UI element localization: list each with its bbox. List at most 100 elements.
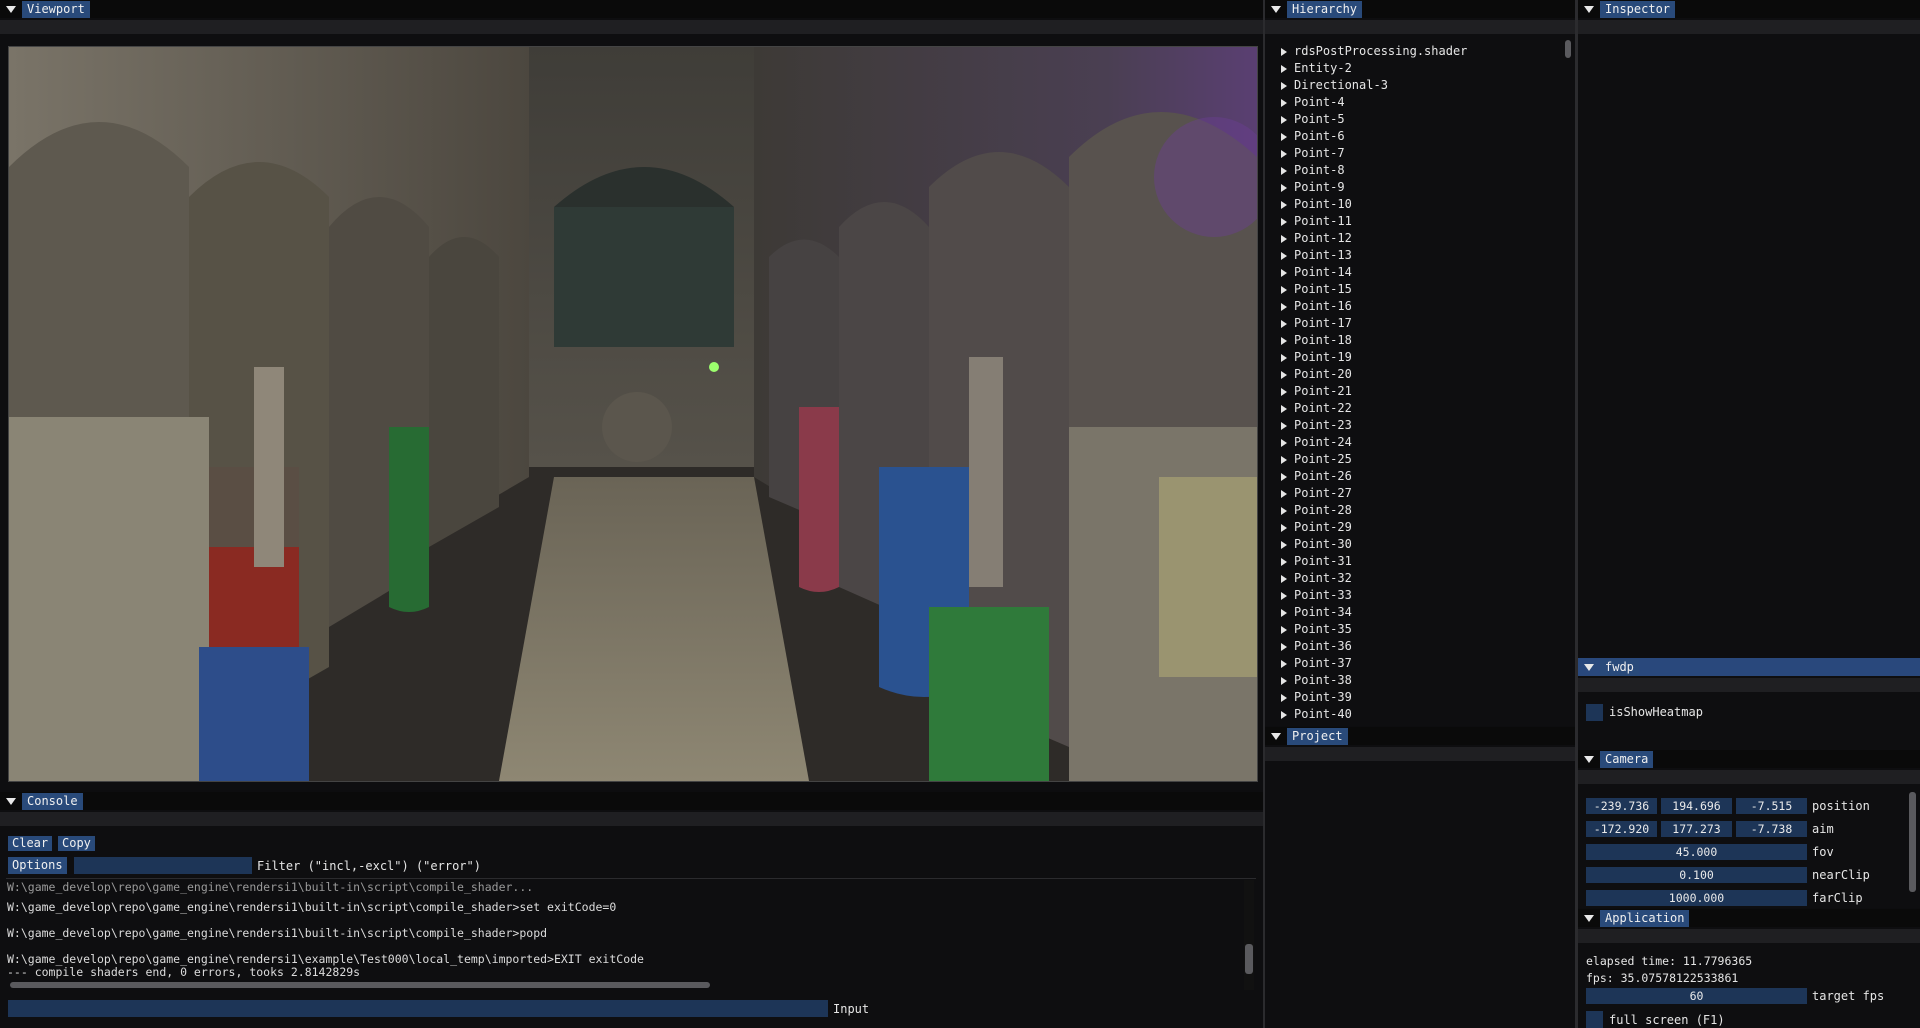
hierarchy-item[interactable]: Point-29: [1281, 519, 1352, 536]
expand-arrow-icon[interactable]: [1281, 506, 1287, 515]
hierarchy-item[interactable]: Point-13: [1281, 247, 1352, 264]
expand-arrow-icon[interactable]: [1281, 64, 1287, 73]
hierarchy-item[interactable]: Point-23: [1281, 417, 1352, 434]
hierarchy-item[interactable]: Point-24: [1281, 434, 1352, 451]
aim-y-field[interactable]: 177.273: [1661, 821, 1732, 837]
expand-arrow-icon[interactable]: [1281, 302, 1287, 311]
console-titlebar[interactable]: Console: [0, 792, 1263, 810]
hierarchy-item[interactable]: Point-19: [1281, 349, 1352, 366]
expand-arrow-icon[interactable]: [1281, 234, 1287, 243]
hierarchy-item[interactable]: Point-11: [1281, 213, 1352, 230]
fov-field[interactable]: 45.000: [1586, 844, 1807, 860]
expand-arrow-icon[interactable]: [1281, 319, 1287, 328]
expand-arrow-icon[interactable]: [1281, 574, 1287, 583]
fwdp-titlebar[interactable]: fwdp: [1578, 658, 1920, 676]
expand-arrow-icon[interactable]: [1281, 268, 1287, 277]
hierarchy-titlebar[interactable]: Hierarchy: [1265, 0, 1575, 18]
expand-arrow-icon[interactable]: [1281, 336, 1287, 345]
target-fps-field[interactable]: 60: [1586, 988, 1807, 1004]
hierarchy-item[interactable]: Directional-3: [1281, 77, 1388, 94]
hierarchy-item[interactable]: Point-26: [1281, 468, 1352, 485]
collapse-icon[interactable]: [1271, 5, 1281, 13]
expand-arrow-icon[interactable]: [1281, 81, 1287, 90]
hierarchy-item[interactable]: Point-25: [1281, 451, 1352, 468]
expand-arrow-icon[interactable]: [1281, 625, 1287, 634]
expand-arrow-icon[interactable]: [1281, 183, 1287, 192]
aim-z-field[interactable]: -7.738: [1736, 821, 1807, 837]
project-titlebar[interactable]: Project: [1265, 727, 1575, 745]
expand-arrow-icon[interactable]: [1281, 540, 1287, 549]
hierarchy-item[interactable]: Point-8: [1281, 162, 1345, 179]
hierarchy-item[interactable]: rdsPostProcessing.shader: [1281, 43, 1467, 60]
expand-arrow-icon[interactable]: [1281, 421, 1287, 430]
expand-arrow-icon[interactable]: [1281, 98, 1287, 107]
expand-arrow-icon[interactable]: [1281, 489, 1287, 498]
hierarchy-item[interactable]: Point-27: [1281, 485, 1352, 502]
hierarchy-item[interactable]: Point-21: [1281, 383, 1352, 400]
viewport-render[interactable]: [8, 46, 1258, 782]
collapse-icon[interactable]: [6, 5, 16, 13]
hierarchy-item[interactable]: Point-18: [1281, 332, 1352, 349]
hierarchy-item[interactable]: Point-30: [1281, 536, 1352, 553]
clear-button[interactable]: Clear: [8, 836, 53, 851]
far-clip-field[interactable]: 1000.000: [1586, 890, 1807, 906]
application-titlebar[interactable]: Application: [1578, 909, 1920, 927]
filter-input[interactable]: [74, 857, 252, 874]
expand-arrow-icon[interactable]: [1281, 642, 1287, 651]
copy-button[interactable]: Copy: [58, 836, 95, 851]
console-hscroll-thumb[interactable]: [10, 982, 710, 988]
console-input[interactable]: [8, 1000, 828, 1017]
expand-arrow-icon[interactable]: [1281, 285, 1287, 294]
hierarchy-item[interactable]: Point-10: [1281, 196, 1352, 213]
hierarchy-item[interactable]: Point-36: [1281, 638, 1352, 655]
hierarchy-item[interactable]: Point-20: [1281, 366, 1352, 383]
options-button[interactable]: Options: [8, 857, 67, 874]
near-clip-field[interactable]: 0.100: [1586, 867, 1807, 883]
expand-arrow-icon[interactable]: [1281, 523, 1287, 532]
expand-arrow-icon[interactable]: [1281, 200, 1287, 209]
collapse-icon[interactable]: [1584, 5, 1594, 13]
expand-arrow-icon[interactable]: [1281, 370, 1287, 379]
camera-vscroll-thumb[interactable]: [1909, 792, 1916, 892]
inspector-titlebar[interactable]: Inspector: [1578, 0, 1920, 18]
position-x-field[interactable]: -239.736: [1586, 798, 1657, 814]
hierarchy-item[interactable]: Point-33: [1281, 587, 1352, 604]
position-z-field[interactable]: -7.515: [1736, 798, 1807, 814]
collapse-icon[interactable]: [1584, 663, 1594, 671]
hierarchy-item[interactable]: Point-16: [1281, 298, 1352, 315]
hierarchy-item[interactable]: Point-12: [1281, 230, 1352, 247]
hierarchy-item[interactable]: Point-35: [1281, 621, 1352, 638]
console-vscroll-thumb[interactable]: [1245, 944, 1253, 974]
hierarchy-item[interactable]: Point-38: [1281, 672, 1352, 689]
hierarchy-item[interactable]: Point-7: [1281, 145, 1345, 162]
hierarchy-item[interactable]: Entity-2: [1281, 60, 1352, 77]
hierarchy-item[interactable]: Point-37: [1281, 655, 1352, 672]
expand-arrow-icon[interactable]: [1281, 387, 1287, 396]
hierarchy-item[interactable]: Point-4: [1281, 94, 1345, 111]
viewport-titlebar[interactable]: Viewport: [0, 0, 1263, 18]
hierarchy-item[interactable]: Point-15: [1281, 281, 1352, 298]
hierarchy-item[interactable]: Point-40: [1281, 706, 1352, 723]
expand-arrow-icon[interactable]: [1281, 438, 1287, 447]
show-heatmap-checkbox[interactable]: [1586, 704, 1603, 721]
expand-arrow-icon[interactable]: [1281, 472, 1287, 481]
expand-arrow-icon[interactable]: [1281, 404, 1287, 413]
expand-arrow-icon[interactable]: [1281, 591, 1287, 600]
expand-arrow-icon[interactable]: [1281, 353, 1287, 362]
collapse-icon[interactable]: [1584, 755, 1594, 763]
expand-arrow-icon[interactable]: [1281, 608, 1287, 617]
expand-arrow-icon[interactable]: [1281, 455, 1287, 464]
expand-arrow-icon[interactable]: [1281, 115, 1287, 124]
hierarchy-item[interactable]: Point-22: [1281, 400, 1352, 417]
position-y-field[interactable]: 194.696: [1661, 798, 1732, 814]
expand-arrow-icon[interactable]: [1281, 676, 1287, 685]
hierarchy-item[interactable]: Point-6: [1281, 128, 1345, 145]
hierarchy-vscroll-thumb[interactable]: [1565, 40, 1571, 58]
expand-arrow-icon[interactable]: [1281, 217, 1287, 226]
hierarchy-item[interactable]: Point-32: [1281, 570, 1352, 587]
hierarchy-item[interactable]: Point-34: [1281, 604, 1352, 621]
hierarchy-item[interactable]: Point-28: [1281, 502, 1352, 519]
collapse-icon[interactable]: [1271, 732, 1281, 740]
hierarchy-item[interactable]: Point-9: [1281, 179, 1345, 196]
expand-arrow-icon[interactable]: [1281, 149, 1287, 158]
